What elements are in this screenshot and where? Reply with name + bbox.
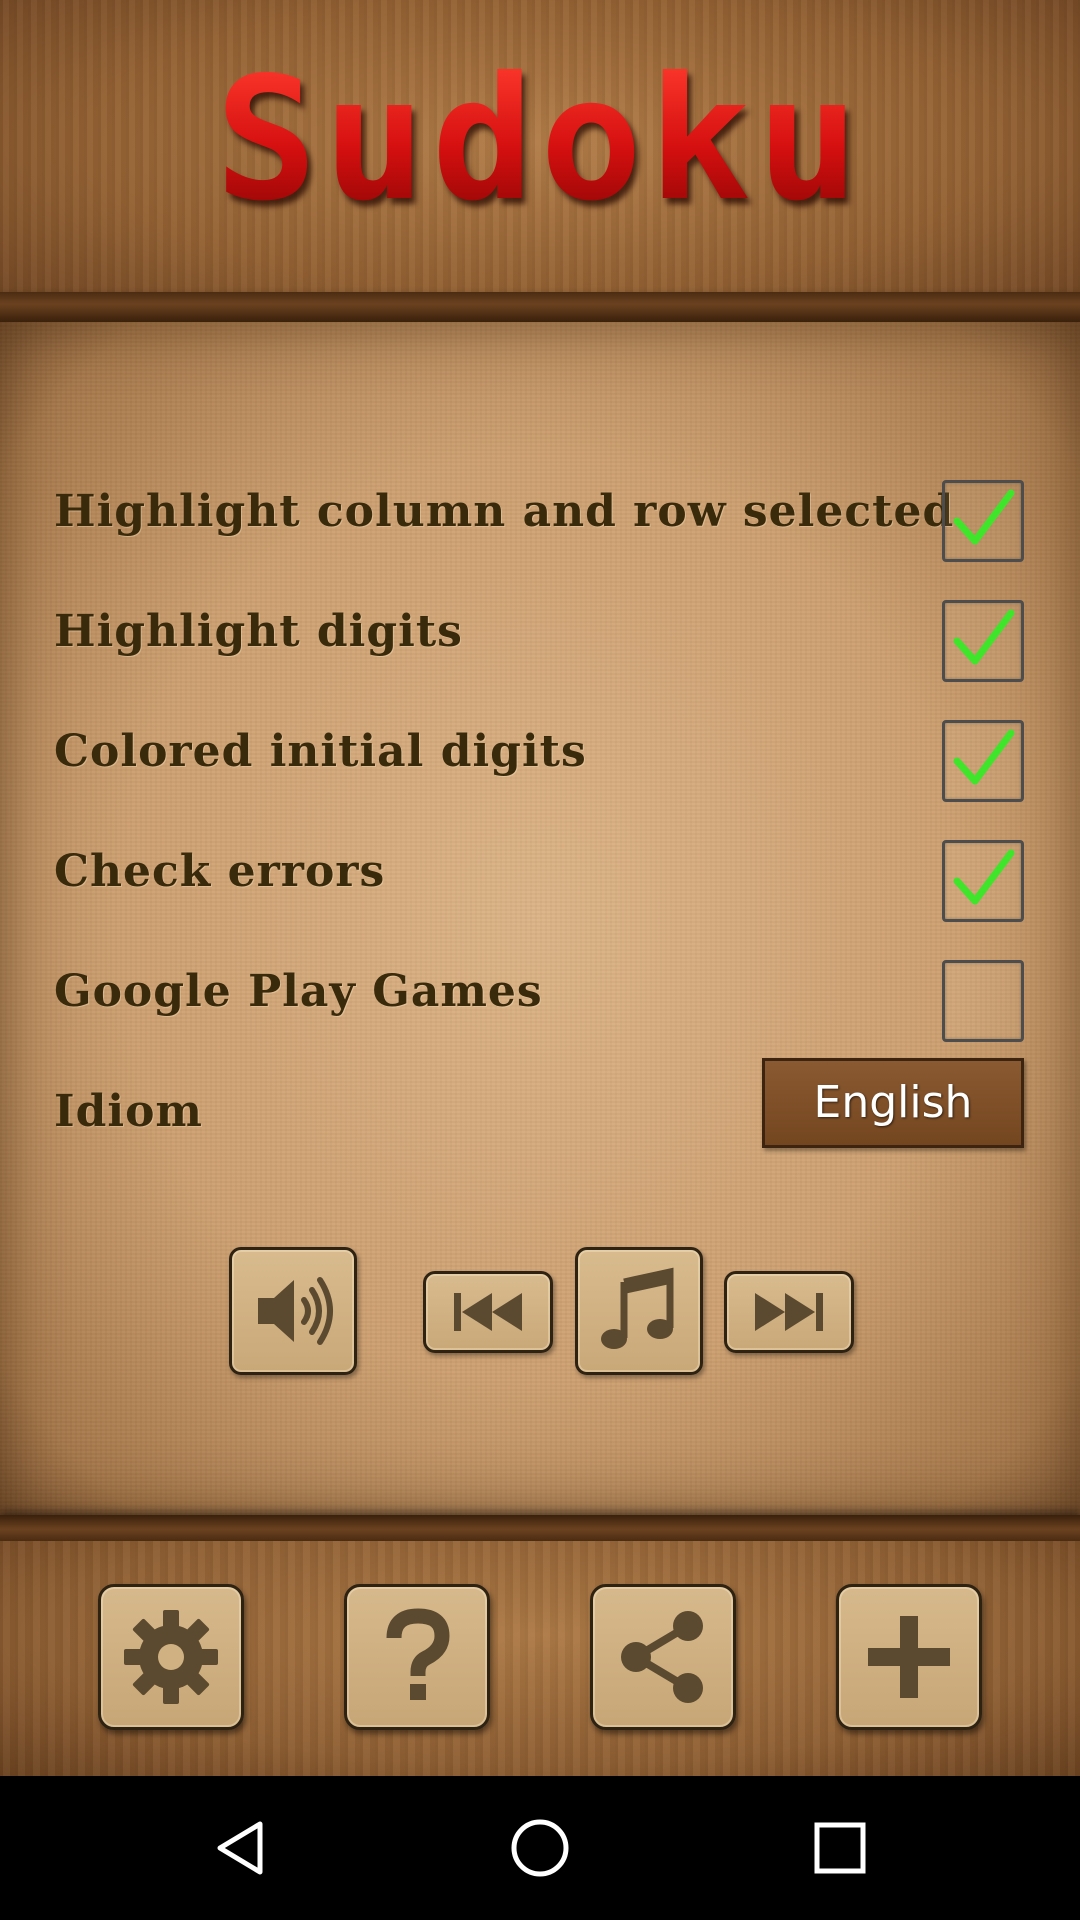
next-track-icon: [755, 1293, 823, 1331]
back-button[interactable]: [160, 1776, 320, 1920]
home-button[interactable]: [460, 1776, 620, 1920]
help-button[interactable]: [344, 1584, 490, 1730]
language-button[interactable]: English: [762, 1058, 1024, 1148]
help-icon: [386, 1608, 450, 1700]
setting-label: Highlight digits: [54, 606, 463, 657]
share-button[interactable]: [590, 1584, 736, 1730]
settings-button[interactable]: [98, 1584, 244, 1730]
music-button[interactable]: [575, 1247, 703, 1375]
highlight-column-row-checkbox[interactable]: [942, 480, 1024, 562]
next-track-button[interactable]: [724, 1271, 854, 1353]
checkmark-icon: [953, 729, 1015, 785]
system-navigation-bar: [0, 1776, 1080, 1920]
sudoku-settings-screen: Sudoku Highlight column and row selected…: [0, 0, 1080, 1920]
setting-row-check-errors: Check errors: [54, 840, 1024, 936]
sound-button[interactable]: [229, 1247, 357, 1375]
footer-rail: [0, 1515, 1080, 1541]
home-icon: [511, 1819, 569, 1877]
bottom-toolbar: [0, 1541, 1080, 1776]
recents-button[interactable]: [760, 1776, 920, 1920]
new-game-button[interactable]: [836, 1584, 982, 1730]
google-play-games-checkbox[interactable]: [942, 960, 1024, 1042]
setting-label: Google Play Games: [54, 966, 543, 1017]
plus-icon: [868, 1616, 950, 1698]
setting-row-highlight-column-row: Highlight column and row selected: [54, 480, 1024, 576]
setting-label: Check errors: [54, 846, 386, 897]
idiom-label: Idiom: [54, 1086, 203, 1137]
colored-initial-digits-checkbox[interactable]: [942, 720, 1024, 802]
speaker-icon: [258, 1277, 333, 1345]
setting-row-highlight-digits: Highlight digits: [54, 600, 1024, 696]
previous-track-icon: [454, 1293, 522, 1331]
checkmark-icon: [953, 849, 1015, 905]
setting-label: Highlight column and row selected: [54, 486, 955, 537]
check-errors-checkbox[interactable]: [942, 840, 1024, 922]
checkmark-icon: [953, 609, 1015, 665]
previous-track-button[interactable]: [423, 1271, 553, 1353]
music-note-icon: [601, 1267, 674, 1349]
header-rail: [0, 292, 1080, 322]
settings-panel: Highlight column and row selected Highli…: [0, 322, 1080, 1515]
checkmark-icon: [953, 489, 1015, 545]
setting-row-google-play-games: Google Play Games: [54, 960, 1024, 1056]
back-icon: [217, 1821, 263, 1875]
setting-row-idiom: Idiom English: [54, 1058, 1024, 1176]
setting-row-colored-initial-digits: Colored initial digits: [54, 720, 1024, 816]
setting-label: Colored initial digits: [54, 726, 587, 777]
gear-icon: [124, 1610, 218, 1704]
header: Sudoku: [0, 0, 1080, 318]
recents-icon: [814, 1822, 866, 1874]
app-title-logo: Sudoku: [0, 55, 1080, 225]
share-icon: [621, 1611, 703, 1703]
highlight-digits-checkbox[interactable]: [942, 600, 1024, 682]
